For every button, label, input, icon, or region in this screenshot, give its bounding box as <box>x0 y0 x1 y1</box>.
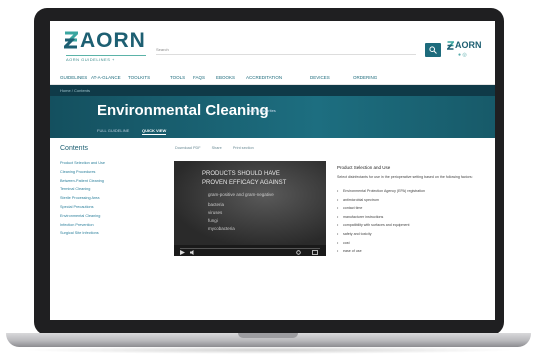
play-icon[interactable] <box>180 250 185 255</box>
laptop-screen: AORN AORN GUIDELINES + Search AORN ● ◎ G… <box>50 21 495 320</box>
nav-item-toolkits[interactable]: TOOLKITS <box>128 75 150 80</box>
breadcrumb[interactable]: Home / Contents <box>60 88 90 93</box>
nav-item-accreditation[interactable]: ACCREDITATION <box>246 75 282 80</box>
nav-item-at-a-glance[interactable]: AT-A-GLANCE <box>91 75 121 80</box>
video-caption-line: viruses <box>208 210 223 215</box>
video-caption-line: PROVEN EFFICACY AGAINST <box>202 180 287 186</box>
list-item: antimicrobial spectrum <box>337 198 487 207</box>
contents-item[interactable]: Special Precautions <box>60 205 160 214</box>
download-pdf-link[interactable]: Download PDF <box>175 146 201 150</box>
video-frame[interactable]: PRODUCTS SHOULD HAVE PROVEN EFFICACY AGA… <box>174 161 326 245</box>
favorite-link[interactable]: Add to favorites <box>248 108 276 113</box>
list-item: cost <box>337 241 487 250</box>
search-input[interactable]: Search <box>156 47 169 52</box>
tab-full-guideline[interactable]: FULL GUIDELINE <box>97 128 129 133</box>
search-underline <box>156 54 416 55</box>
contents-list: Product Selection and Use Cleaning Proce… <box>60 161 160 240</box>
list-item: manufacturer instructions <box>337 215 487 224</box>
contents-item[interactable]: Infection Prevention <box>60 223 160 232</box>
factor-list: Environmental Protection Agency (EPA) re… <box>337 189 487 258</box>
list-item: ease of use <box>337 249 487 258</box>
video-caption-line: bacteria <box>208 202 225 207</box>
video-caption-line: mycobacteria <box>208 226 235 231</box>
nav-item-tools[interactable]: TOOLS <box>170 75 185 80</box>
nav-item-ebooks[interactable]: EBOOKS <box>216 75 235 80</box>
video-controls <box>174 245 326 256</box>
partner-logo-icon <box>447 41 454 50</box>
contents-item[interactable]: Sterile Processing Area <box>60 196 160 205</box>
section-title: Product Selection and Use <box>337 165 391 170</box>
settings-icon[interactable] <box>296 250 301 255</box>
video-progress-track[interactable] <box>180 248 320 249</box>
contents-item[interactable]: Between-Patient Cleaning <box>60 179 160 188</box>
laptop-notch <box>238 333 298 338</box>
search-icon <box>429 46 437 54</box>
list-item: contact time <box>337 206 487 215</box>
list-item: Environmental Protection Agency (EPA) re… <box>337 189 487 198</box>
nav-item-devices[interactable]: DEVICES <box>310 75 330 80</box>
breadcrumb-bar: Home / Contents <box>50 85 495 96</box>
site-header: AORN AORN GUIDELINES + Search AORN ● ◎ <box>50 21 495 71</box>
aorn-logo-icon <box>64 31 78 49</box>
list-item: compatibility with surfaces and equipmen… <box>337 223 487 232</box>
main-nav: GUIDELINES AT-A-GLANCE TOOLKITS TOOLS FA… <box>50 71 495 85</box>
contents-item[interactable]: Terminal Cleaning <box>60 187 160 196</box>
contents-item[interactable]: Cleaning Procedures <box>60 170 160 179</box>
nav-item-guidelines[interactable]: GUIDELINES <box>60 75 87 80</box>
contents-item[interactable]: Product Selection and Use <box>60 161 160 170</box>
contents-item[interactable]: Environmental Cleaning <box>60 214 160 223</box>
section-intro: Select disinfectants for use in the peri… <box>337 175 473 179</box>
video-caption-line: fungi <box>208 218 218 223</box>
partner-logo[interactable]: AORN <box>455 40 482 50</box>
laptop-shadow <box>20 346 517 354</box>
print-link[interactable]: Print section <box>233 146 254 150</box>
content-toolbar: Download PDF Share Print section <box>175 146 264 150</box>
share-link[interactable]: Share <box>212 146 222 150</box>
contents-heading: Contents <box>60 145 89 152</box>
user-icon[interactable]: ● ◎ <box>458 52 467 58</box>
list-item: safety and toxicity <box>337 232 487 241</box>
volume-icon[interactable] <box>190 250 196 255</box>
video-caption-line: PRODUCTS SHOULD HAVE <box>202 171 280 177</box>
search-button[interactable] <box>425 43 441 57</box>
page-title: Environmental Cleaning <box>97 102 269 119</box>
video-caption-line: gram-positive and gram-negative <box>208 192 274 197</box>
nav-item-ordering[interactable]: ORDERING <box>353 75 377 80</box>
page-banner: Environmental Cleaning Add to favorites … <box>50 96 495 138</box>
fullscreen-icon[interactable] <box>312 250 318 255</box>
video-player[interactable]: PRODUCTS SHOULD HAVE PROVEN EFFICACY AGA… <box>174 161 326 256</box>
nav-item-faqs[interactable]: FAQS <box>193 75 205 80</box>
site-logo[interactable]: AORN <box>80 29 146 53</box>
tab-quick-view[interactable]: QUICK VIEW <box>142 128 167 135</box>
logo-subtitle: AORN GUIDELINES + <box>66 55 146 62</box>
contents-item[interactable]: Surgical Site Infections <box>60 231 160 240</box>
